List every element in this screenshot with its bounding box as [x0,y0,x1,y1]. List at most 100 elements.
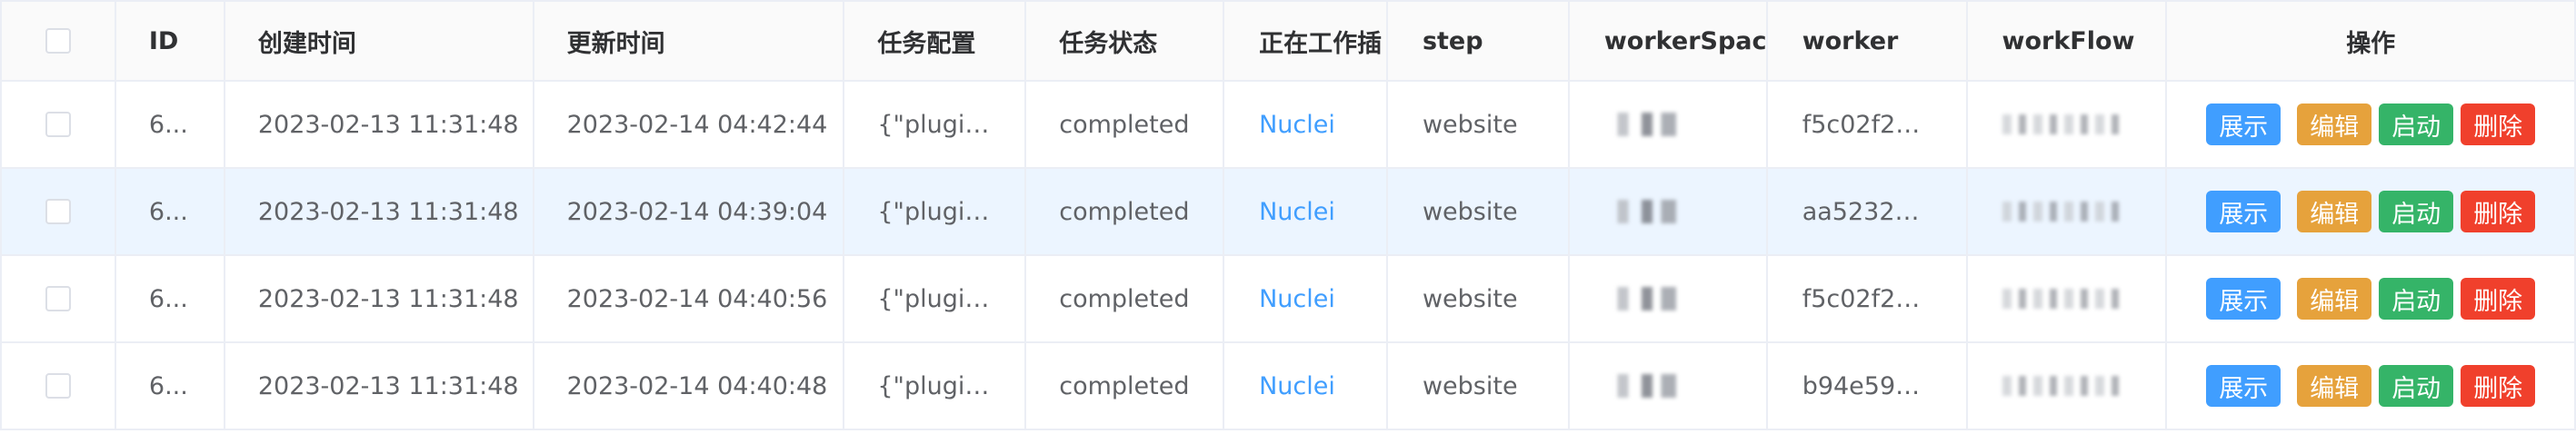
table-row[interactable]: 6... 2023-02-13 11:31:48 2023-02-14 04:4… [2,343,2576,430]
redacted-worker-space [1603,200,1713,223]
header-worker[interactable]: worker [1767,2,1968,82]
header-select-cell[interactable] [2,2,116,82]
edit-button[interactable]: 编辑 [2297,365,2372,407]
cell-config: {"plugin... [844,169,1027,256]
cell-status: completed [1026,169,1225,256]
header-created[interactable]: 创建时间 [225,2,534,82]
cell-step: website [1387,82,1570,169]
cell-worker-space [1569,256,1768,343]
cell-actions: 展示 编辑 启动 删除 [2167,169,2576,256]
cell-config-text: {"plugin... [877,284,993,313]
cell-workflow [1967,343,2168,430]
plugin-link[interactable]: Nuclei [1259,198,1335,226]
cell-worker: aa52329... [1767,169,1968,256]
show-button[interactable]: 展示 [2206,191,2281,232]
header-step[interactable]: step [1387,2,1570,82]
redacted-workflow [2002,114,2121,134]
row-checkbox[interactable] [45,112,71,137]
cell-updated: 2023-02-14 04:39:04 [534,169,845,256]
cell-id-text: 6... [148,371,188,400]
redacted-worker-space [1603,287,1713,311]
delete-button[interactable]: 删除 [2461,365,2536,407]
edit-button[interactable]: 编辑 [2297,278,2372,320]
header-worker-space[interactable]: workerSpace [1569,2,1768,82]
task-table: ID 创建时间 更新时间 任务配置 任务状态 正在工作插 step worker… [0,0,2576,430]
cell-created: 2023-02-13 11:31:48 [225,82,534,169]
cell-config-text: {"plugin... [877,197,993,226]
redacted-workflow [2002,202,2121,222]
cell-worker-text: b94e595... [1802,371,1933,400]
header-status[interactable]: 任务状态 [1026,2,1225,82]
plugin-link[interactable]: Nuclei [1259,285,1335,313]
cell-config-text: {"plugin... [877,110,993,139]
edit-button[interactable]: 编辑 [2297,104,2372,145]
cell-updated: 2023-02-14 04:40:48 [534,343,845,430]
cell-id-text: 6... [148,110,188,139]
start-button[interactable]: 启动 [2379,278,2454,320]
start-button[interactable]: 启动 [2379,104,2454,145]
cell-actions: 展示 编辑 启动 删除 [2167,343,2576,430]
cell-worker-space [1569,343,1768,430]
cell-worker: f5c02f26... [1767,256,1968,343]
select-all-checkbox[interactable] [45,28,71,54]
cell-worker: f5c02f26... [1767,82,1968,169]
cell-actions: 展示 编辑 启动 删除 [2167,82,2576,169]
start-button[interactable]: 启动 [2379,365,2454,407]
cell-worker-text: f5c02f26... [1802,284,1933,313]
header-updated[interactable]: 更新时间 [534,2,845,82]
cell-worker-text: aa52329... [1802,197,1933,226]
plugin-link[interactable]: Nuclei [1259,111,1335,139]
row-checkbox[interactable] [45,286,71,311]
cell-id-text: 6... [148,284,188,313]
cell-step: website [1387,169,1570,256]
cell-created: 2023-02-13 11:31:48 [225,343,534,430]
redacted-workflow [2002,376,2121,396]
cell-plugin: Nuclei [1224,82,1388,169]
header-plugin[interactable]: 正在工作插 [1224,2,1388,82]
cell-worker: b94e595... [1767,343,1968,430]
row-select-cell[interactable] [2,343,116,430]
edit-button[interactable]: 编辑 [2297,191,2372,232]
cell-config: {"plugin... [844,82,1027,169]
cell-updated: 2023-02-14 04:42:44 [534,82,845,169]
cell-created: 2023-02-13 11:31:48 [225,256,534,343]
cell-config: {"plugin... [844,343,1027,430]
header-actions: 操作 [2167,2,2576,82]
cell-workflow [1967,256,2168,343]
cell-id: 6... [115,256,225,343]
cell-updated: 2023-02-14 04:40:56 [534,256,845,343]
show-button[interactable]: 展示 [2206,278,2281,320]
header-id[interactable]: ID [115,2,225,82]
redacted-workflow [2002,289,2121,309]
table-row[interactable]: 6... 2023-02-13 11:31:48 2023-02-14 04:4… [2,256,2576,343]
row-select-cell[interactable] [2,82,116,169]
cell-workflow [1967,82,2168,169]
cell-id: 6... [115,343,225,430]
row-select-cell[interactable] [2,169,116,256]
cell-plugin: Nuclei [1224,169,1388,256]
plugin-link[interactable]: Nuclei [1259,372,1335,400]
cell-id: 6... [115,169,225,256]
table-header: ID 创建时间 更新时间 任务配置 任务状态 正在工作插 step worker… [2,2,2576,82]
cell-created: 2023-02-13 11:31:48 [225,169,534,256]
cell-id-text: 6... [148,197,188,226]
cell-status: completed [1026,343,1225,430]
row-checkbox[interactable] [45,199,71,224]
cell-worker-space [1569,169,1768,256]
row-checkbox[interactable] [45,373,71,399]
cell-plugin: Nuclei [1224,343,1388,430]
show-button[interactable]: 展示 [2206,365,2281,407]
table-row[interactable]: 6... 2023-02-13 11:31:48 2023-02-14 04:4… [2,82,2576,169]
table-row[interactable]: 6... 2023-02-13 11:31:48 2023-02-14 04:3… [2,169,2576,256]
row-select-cell[interactable] [2,256,116,343]
delete-button[interactable]: 删除 [2461,104,2536,145]
cell-worker-space [1569,82,1768,169]
header-workflow[interactable]: workFlow [1967,2,2168,82]
show-button[interactable]: 展示 [2206,104,2281,145]
header-config[interactable]: 任务配置 [844,2,1027,82]
cell-plugin: Nuclei [1224,256,1388,343]
start-button[interactable]: 启动 [2379,191,2454,232]
delete-button[interactable]: 删除 [2461,191,2536,232]
delete-button[interactable]: 删除 [2461,278,2536,320]
cell-step: website [1387,256,1570,343]
